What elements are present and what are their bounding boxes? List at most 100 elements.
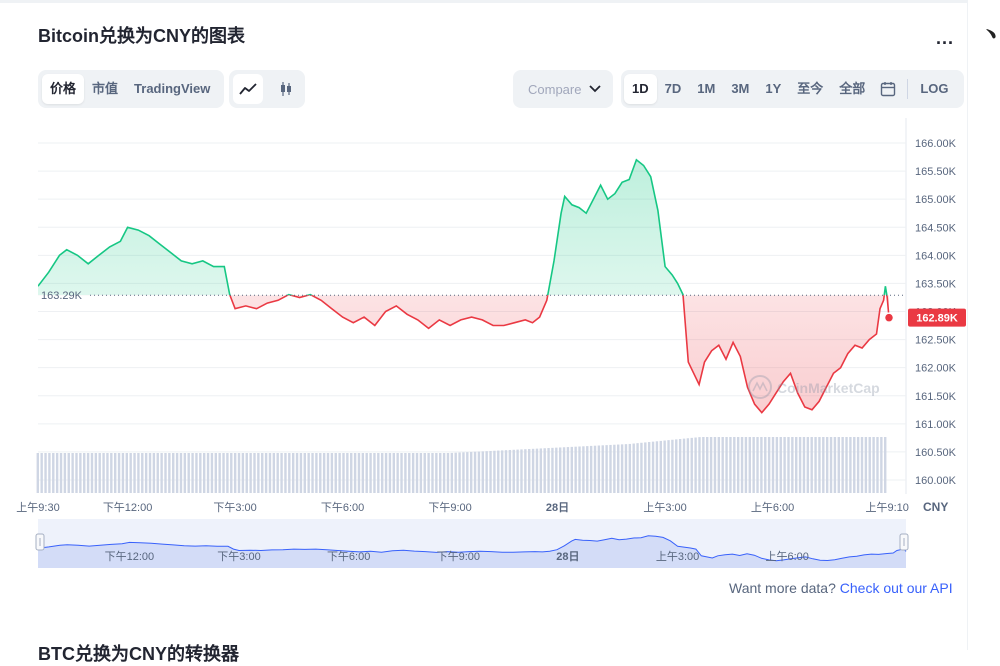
volume-bar: [373, 453, 376, 493]
x-tick-label: 下午3:00: [213, 501, 256, 514]
volume-bar: [384, 453, 388, 493]
volume-bar: [837, 437, 840, 493]
last-price-label: 162.89K: [916, 313, 958, 325]
volume-bar: [63, 453, 67, 493]
y-tick-label: 164.00K: [915, 250, 957, 262]
volume-bar: [849, 437, 852, 493]
volume-bar: [311, 453, 314, 493]
volume-bar: [555, 447, 558, 493]
volume-bar: [504, 450, 508, 493]
y-tick-label: 162.50K: [915, 335, 957, 347]
volume-bar: [814, 437, 817, 493]
volume-bar: [601, 445, 604, 493]
volume-bar: [864, 437, 868, 493]
volume-bar: [779, 437, 782, 493]
volume-bar: [350, 453, 353, 493]
volume-bar: [756, 437, 759, 493]
volume-bar: [284, 453, 287, 493]
open-price-label: 163.29K: [41, 290, 83, 302]
volume-bar: [593, 445, 597, 493]
volume-bar: [628, 443, 632, 493]
volume-bar: [853, 437, 856, 493]
volume-bar: [423, 453, 426, 493]
volume-bar: [338, 453, 341, 493]
x-tick-label: 28日: [546, 501, 569, 514]
volume-bar: [346, 453, 349, 493]
volume-bar: [644, 442, 647, 493]
volume-bar: [44, 453, 47, 493]
volume-bar: [671, 439, 674, 493]
volume-bar: [172, 453, 175, 493]
volume-bar: [435, 453, 438, 493]
volume-bar: [798, 437, 802, 493]
volume-bar: [144, 453, 148, 493]
volume-bar: [291, 453, 295, 493]
volume-bar: [280, 453, 283, 493]
y-tick-label: 165.00K: [915, 194, 957, 206]
volume-bar: [512, 449, 515, 493]
volume-bar: [880, 437, 883, 493]
api-link[interactable]: Check out our API: [840, 580, 953, 596]
volume-bar: [121, 453, 125, 493]
volume-bar: [493, 450, 496, 493]
volume-bar: [55, 453, 59, 493]
volume-bar: [767, 437, 771, 493]
volume-bar: [272, 453, 276, 493]
volume-bar: [543, 448, 546, 493]
volume-bar: [353, 453, 357, 493]
volume-bar: [202, 453, 206, 493]
volume-bar: [651, 441, 655, 493]
volume-bar: [609, 444, 612, 493]
volume-bar: [558, 447, 562, 493]
volume-bar: [295, 453, 299, 493]
volume-bar: [388, 453, 392, 493]
volume-bar: [535, 448, 539, 493]
volume-bar: [562, 447, 566, 493]
volume-bar: [655, 441, 659, 493]
x-tick-label: 上午6:00: [751, 501, 794, 514]
volume-bar: [408, 453, 411, 493]
volume-bar: [725, 437, 728, 493]
volume-bar: [48, 453, 51, 493]
volume-bar: [787, 437, 790, 493]
volume-bar: [102, 453, 105, 493]
volume-bar: [419, 453, 423, 493]
volume-bar: [829, 437, 833, 493]
x-tick-label: 上午3:00: [643, 501, 686, 514]
volume-bar: [257, 453, 260, 493]
volume-bar: [810, 437, 813, 493]
volume-bar: [241, 453, 245, 493]
price-chart[interactable]: 166.00K 165.50K 165.00K 164.50K 164.00K 163.5…: [0, 0, 1000, 650]
volume-bar: [36, 453, 39, 493]
volume-bar: [524, 449, 527, 493]
volume-bar: [245, 453, 248, 493]
volume-bar: [113, 453, 117, 493]
volume-bar: [686, 438, 690, 493]
volume-bar: [589, 445, 593, 493]
volume-bar: [330, 453, 334, 493]
volume-bar: [183, 453, 187, 493]
volume-bar: [446, 453, 450, 493]
volume-bar: [856, 437, 860, 493]
y-tick-label: 161.00K: [915, 419, 957, 431]
navigator-tick-label: 下午9:00: [437, 550, 480, 563]
volume-bar: [71, 453, 74, 493]
watermark-text: CoinMarketCap: [777, 380, 880, 396]
volume-bar: [713, 437, 717, 493]
volume-bar: [264, 453, 268, 493]
volume-bar: [442, 453, 446, 493]
volume-bar: [52, 453, 55, 493]
volume-bar: [783, 437, 786, 493]
volume-bar: [760, 437, 763, 493]
volume-bar: [841, 437, 844, 493]
volume-bar: [230, 453, 233, 493]
volume-bar: [431, 453, 434, 493]
volume-bar: [276, 453, 279, 493]
volume-bar: [67, 453, 70, 493]
volume-bar: [500, 450, 504, 493]
volume-bar: [709, 437, 713, 493]
volume-bar: [721, 437, 724, 493]
volume-bar: [237, 453, 241, 493]
navigator-tick-label: 下午6:00: [327, 550, 370, 563]
volume-bar: [261, 453, 264, 493]
